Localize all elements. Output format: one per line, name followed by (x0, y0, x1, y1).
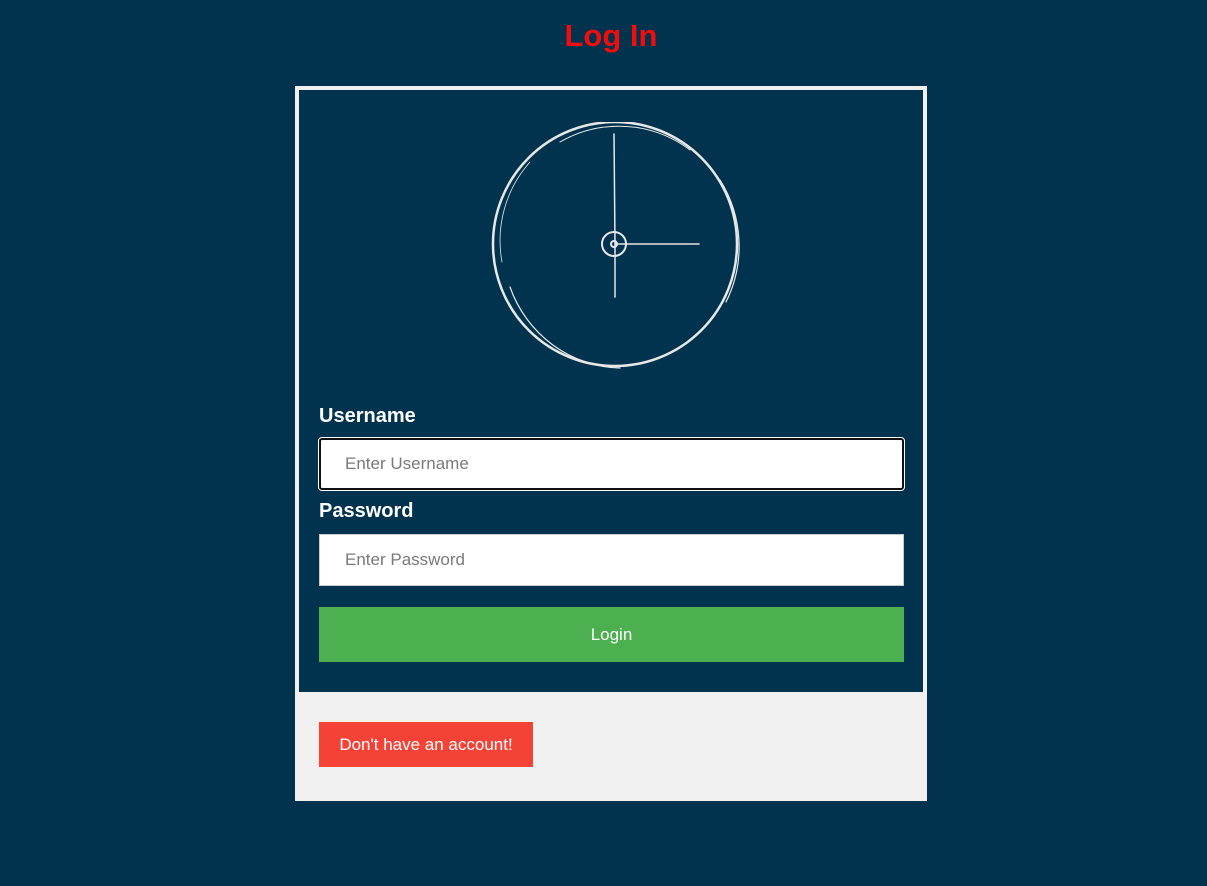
password-label: Password (319, 500, 414, 522)
login-card: Username Password Login Don't have an ac… (295, 86, 927, 801)
username-label: Username (319, 405, 416, 427)
login-form: Username Password Login (299, 90, 923, 692)
clock-icon (491, 122, 740, 369)
signup-button[interactable]: Don't have an account! (319, 722, 533, 767)
login-button[interactable]: Login (319, 607, 904, 662)
page-title: Log In (564, 18, 658, 53)
username-input[interactable] (319, 438, 904, 490)
password-input[interactable] (319, 534, 904, 586)
